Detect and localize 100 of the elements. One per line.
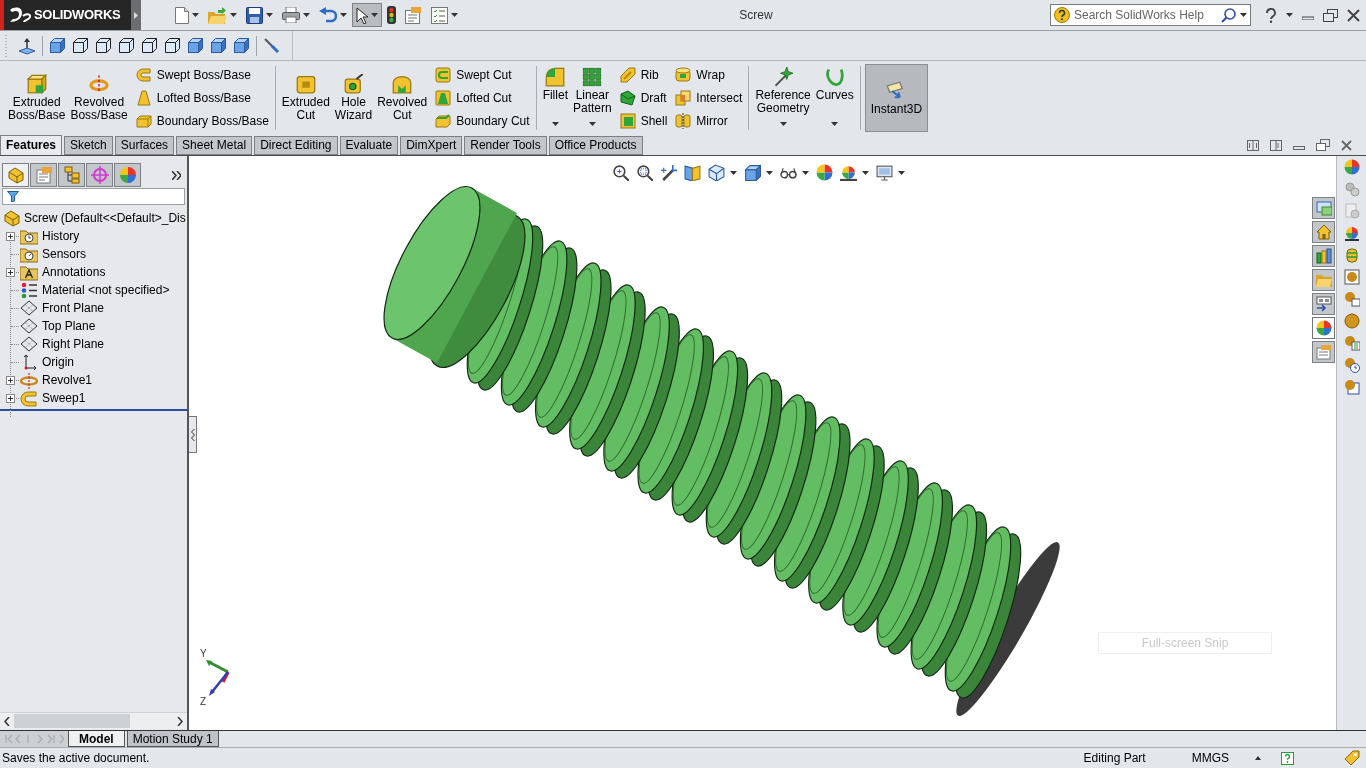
striped-cylinder-icon[interactable] [1343, 247, 1360, 263]
command-button[interactable]: Boundary Boss/Base [133, 112, 271, 130]
command-button[interactable]: Extruded Cut [279, 61, 332, 135]
scrollbar-thumb[interactable] [14, 714, 130, 728]
ball-on-floor-icon[interactable] [840, 164, 857, 181]
command-button[interactable]: Revolved Cut [375, 61, 430, 135]
caret-down-icon[interactable] [766, 170, 773, 175]
command-button[interactable]: Intersect [673, 89, 745, 107]
task-pane-tab[interactable] [1312, 269, 1335, 291]
tile-horizontal-icon[interactable] [1247, 139, 1259, 151]
command-button[interactable]: Boundary Cut [433, 112, 532, 130]
magnifier-box-icon[interactable] [636, 164, 653, 181]
axis-arrow-icon[interactable] [18, 36, 36, 55]
shaded-cube-icon[interactable] [210, 37, 227, 54]
task-pane-tab[interactable] [1312, 221, 1335, 243]
tree-item[interactable]: Material <not specified> [42, 281, 170, 299]
framed-sphere-icon[interactable] [1343, 269, 1360, 285]
task-pane-tab[interactable] [1312, 317, 1335, 339]
caret-down-icon[interactable] [1240, 13, 1247, 17]
caret-down-icon[interactable] [862, 170, 869, 175]
select-button[interactable] [352, 3, 382, 27]
color-ball-icon[interactable] [816, 164, 833, 181]
caret-down-icon[interactable] [898, 170, 905, 175]
sphere-clock-icon[interactable] [1343, 357, 1360, 373]
close-icon[interactable] [1347, 8, 1360, 22]
open-book-icon[interactable] [684, 164, 701, 181]
screwdriver-icon[interactable] [263, 37, 280, 54]
command-button[interactable]: Draft [617, 89, 670, 107]
tree-item[interactable]: Front Plane [42, 299, 105, 317]
caret-down-icon[interactable] [1286, 13, 1293, 17]
shaded-cube-icon[interactable] [233, 37, 250, 54]
help-box-icon[interactable] [1281, 751, 1294, 765]
wireframe-cube-icon[interactable] [72, 37, 89, 54]
command-button[interactable]: Linear Pattern [570, 61, 614, 135]
command-button[interactable]: Revolved Boss/Base [68, 61, 130, 135]
ribbon-tab[interactable]: Office Products [548, 136, 643, 155]
task-pane-tab[interactable] [1312, 293, 1335, 315]
bottom-tab[interactable]: Motion Study 1 [126, 731, 219, 747]
close-icon[interactable] [1341, 139, 1352, 151]
monitor-icon[interactable] [876, 164, 893, 181]
wireframe-cube-icon[interactable] [141, 37, 158, 54]
command-button[interactable]: Lofted Cut [433, 89, 532, 107]
ball-on-floor-icon[interactable] [1343, 225, 1360, 241]
command-button[interactable]: Hole Wizard [332, 61, 375, 135]
ribbon-tab[interactable]: Sheet Metal [176, 136, 253, 155]
ribbon-tab[interactable]: Evaluate [339, 136, 399, 155]
ribbon-tab[interactable]: Surfaces [114, 136, 175, 155]
caret-up-icon[interactable] [1255, 756, 1261, 760]
color-ball-icon[interactable] [1343, 159, 1360, 175]
search-field[interactable]: Search SolidWorks Help [1050, 4, 1251, 26]
plus-box-icon[interactable] [6, 375, 15, 385]
shaded-cube-icon[interactable] [187, 37, 204, 54]
command-button[interactable]: Mirror [673, 112, 745, 130]
tag-icon[interactable] [1344, 750, 1360, 766]
filter-field[interactable] [2, 188, 185, 205]
chevron-left-icon[interactable] [4, 716, 10, 726]
task-pane-tab[interactable] [1312, 341, 1335, 363]
ribbon-tab[interactable]: Features [0, 135, 63, 155]
triangle-right-icon[interactable] [134, 11, 138, 19]
command-button[interactable]: Wrap [673, 66, 745, 84]
restore-icon[interactable] [1323, 8, 1338, 22]
ribbon-tab[interactable]: Render Tools [464, 136, 547, 155]
plus-box-icon[interactable] [6, 267, 15, 277]
chevron-right-icon[interactable] [177, 716, 183, 726]
tree-item[interactable]: Sweep1 [42, 389, 86, 407]
tree-item[interactable]: Revolve1 [42, 371, 93, 389]
caret-down-icon[interactable] [730, 170, 737, 175]
panel-tab[interactable] [58, 163, 85, 187]
command-button[interactable]: Instant3D [864, 64, 929, 132]
sphere-window-icon[interactable] [1343, 291, 1360, 307]
pen-arrows-icon[interactable] [660, 164, 677, 181]
tree-item[interactable]: History [42, 227, 80, 245]
task-pane-tab[interactable] [1312, 197, 1335, 219]
command-button[interactable]: Shell [617, 112, 670, 130]
panel-collapse-handle[interactable] [189, 416, 197, 453]
magnifier-plus-icon[interactable] [612, 164, 629, 181]
tree-item[interactable]: Top Plane [42, 317, 96, 335]
wireframe-cube-icon[interactable] [164, 37, 181, 54]
panel-tab[interactable] [2, 163, 29, 187]
help-icon[interactable] [1265, 7, 1277, 23]
command-button[interactable]: Fillet [540, 61, 570, 135]
units-label[interactable]: MMGS [1191, 749, 1229, 767]
command-button[interactable]: Extruded Boss/Base [6, 61, 68, 135]
sphere-icon[interactable] [1343, 313, 1360, 329]
ribbon-tab[interactable]: Sketch [64, 136, 113, 155]
command-button[interactable]: Swept Cut [433, 66, 532, 84]
command-button[interactable]: Swept Boss/Base [133, 66, 271, 84]
search-icon[interactable] [1221, 7, 1236, 23]
plus-box-icon[interactable] [6, 393, 15, 403]
shaded-cube-icon[interactable] [49, 37, 66, 54]
wireframe-cube-icon[interactable] [95, 37, 112, 54]
plus-box-icon[interactable] [6, 231, 15, 241]
cube-outline-icon[interactable] [708, 164, 725, 181]
command-button[interactable]: Curves [813, 61, 856, 135]
sphere-list-icon[interactable] [1343, 335, 1360, 351]
command-button[interactable]: Reference Geometry [753, 61, 813, 135]
tree-item[interactable]: Origin [42, 353, 74, 371]
tree-item[interactable]: Screw (Default<<Default>_Dis [24, 209, 186, 227]
wireframe-cube-icon[interactable] [118, 37, 135, 54]
restore-icon[interactable] [1316, 139, 1330, 151]
